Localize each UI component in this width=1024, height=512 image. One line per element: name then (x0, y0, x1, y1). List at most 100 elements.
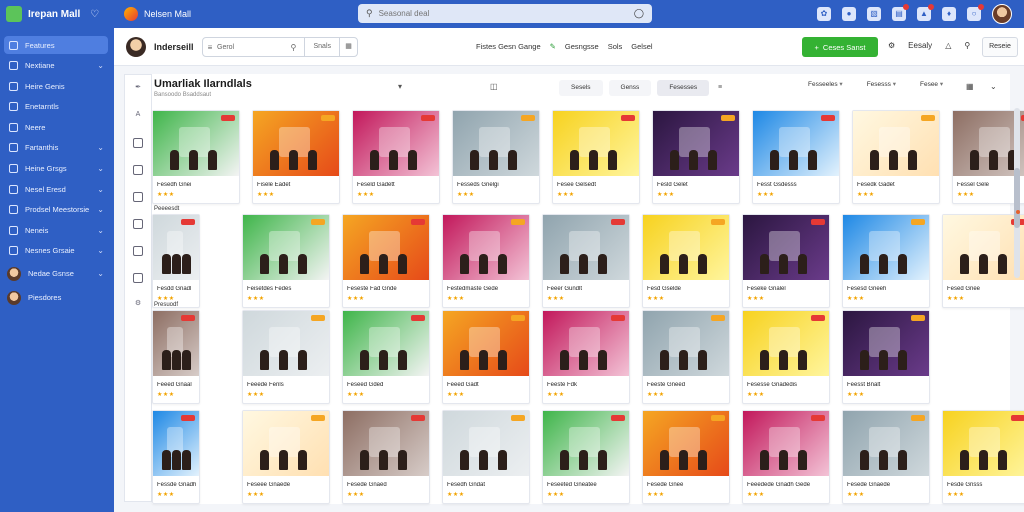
product-card[interactable]: Fessde Gnadh ★★★ (152, 410, 200, 504)
chevron-down-icon[interactable]: ⌄ (97, 226, 104, 235)
sort-dropdown[interactable]: Fesee (920, 80, 943, 88)
product-card[interactable]: Feeed Gnaal ★★★ (152, 310, 200, 404)
sidebar-item[interactable]: Nesnes Grsaie ⌄ (4, 242, 108, 260)
settings-icon[interactable]: ⚙ (888, 41, 895, 50)
product-card[interactable]: Feseee Gnaede ★★★ (242, 410, 330, 504)
sidebar-item[interactable]: Features (4, 36, 108, 54)
filter-pill[interactable]: Fesesses (657, 80, 710, 96)
product-card[interactable]: Feseke Gnalel ★★★ (742, 214, 830, 308)
product-card[interactable]: Fesede Gnee ★★★ (642, 410, 730, 504)
chevron-down-icon[interactable]: ⌄ (97, 61, 104, 70)
header-link[interactable]: Sols (608, 42, 623, 51)
product-card[interactable]: Fesede Gnaed ★★★ (342, 410, 430, 504)
pencil-icon[interactable]: ✒ (133, 84, 143, 94)
product-card[interactable]: Fesesd Gneeh ★★★ (842, 214, 930, 308)
heart-icon[interactable]: ♡ (90, 9, 99, 20)
cart-icon[interactable]: ♦ (942, 7, 956, 21)
header-button[interactable]: Reseie (982, 37, 1018, 57)
header-link[interactable]: Gesngsse (565, 42, 599, 51)
chevron-down-icon[interactable]: ⌄ (97, 246, 104, 255)
product-card[interactable]: Feesst Bnalt ★★★ (842, 310, 930, 404)
product-card[interactable]: Fesee Gelsedt ★★★ (552, 110, 640, 204)
scrollbar[interactable] (1014, 108, 1020, 278)
crop-icon[interactable] (133, 273, 143, 283)
create-button[interactable]: + Ceses Sanst (802, 37, 878, 57)
filter-icon[interactable]: ≡ (718, 84, 722, 91)
search-icon[interactable]: ⚲ (290, 43, 304, 52)
brand[interactable]: Irepan Mall ♡ (0, 6, 116, 22)
sidebar-item[interactable]: Nesel Eresd ⌄ (4, 180, 108, 198)
sort-dropdown[interactable]: Fesesss (867, 80, 896, 88)
product-card[interactable]: Feeer Gundlt ★★★ (542, 214, 630, 308)
sort-dropdown[interactable]: Fesseeles (808, 80, 843, 88)
top-search-input[interactable] (378, 9, 628, 18)
product-card[interactable]: Feseld Gadett ★★★ (352, 110, 440, 204)
product-card[interactable]: Fesede Gnaede ★★★ (842, 410, 930, 504)
header-link[interactable]: Gelsel (631, 42, 652, 51)
search-segment[interactable]: Snals (304, 38, 339, 56)
grid-icon[interactable]: ▦ (339, 38, 357, 56)
product-card[interactable]: Fesdd Gnadl ★★★ (152, 214, 200, 308)
sidebar-item[interactable]: Nextiane ⌄ (4, 57, 108, 75)
chevron-down-icon[interactable]: ▾ (398, 82, 402, 91)
product-card[interactable]: Fesseds Gnelgi ★★★ (452, 110, 540, 204)
top-search[interactable]: ⚲ ◯ (358, 4, 652, 23)
chevron-down-icon[interactable]: ⌄ (97, 164, 104, 173)
comment-icon[interactable] (133, 246, 143, 256)
product-card[interactable]: Fesld Gelet ★★★ (652, 110, 740, 204)
sidebar-item[interactable]: Heire Genis (4, 77, 108, 95)
filter-pill[interactable]: Genss (608, 80, 652, 96)
sidebar-item[interactable]: Prodsel Meestorsie ⌄ (4, 201, 108, 219)
product-card[interactable]: Feeedede Gnadh Gede ★★★ (742, 410, 830, 504)
product-card[interactable]: Fesed Gnee ★★★ (942, 214, 1024, 308)
product-card[interactable]: Feeste Gneed ★★★ (642, 310, 730, 404)
alert-icon[interactable]: ▲ (917, 4, 934, 21)
sidebar-item[interactable]: Heine Grsgs ⌄ (4, 160, 108, 178)
product-card[interactable]: Fesde Gnsss ★★★ (942, 410, 1024, 504)
sidebar-item[interactable]: Fartanthis ⌄ (4, 139, 108, 157)
chevron-down-icon[interactable]: ⌄ (97, 205, 104, 214)
sidebar-item[interactable]: Neere (4, 118, 108, 136)
scrollbar-thumb[interactable] (1014, 168, 1020, 228)
page-icon[interactable] (133, 165, 143, 175)
product-card[interactable]: Feseste Fad Gnde ★★★ (342, 214, 430, 308)
app-tab[interactable]: Nelsen Mall (124, 7, 191, 21)
product-card[interactable]: Feeste Fdk ★★★ (542, 310, 630, 404)
header-link[interactable]: Fistes Gesn Gange (476, 42, 541, 51)
product-card[interactable]: Fesedh Gnei ★★★ (152, 110, 240, 204)
product-card[interactable]: Fesesse Gnadedis ★★★ (742, 310, 830, 404)
product-card[interactable]: Fesst Gsdesss ★★★ (752, 110, 840, 204)
calendar-icon[interactable]: ▤ (892, 4, 909, 21)
search-icon[interactable]: ⚲ (964, 41, 970, 50)
bookmark-icon[interactable]: ▧ (867, 7, 881, 21)
link-icon[interactable]: ○ (967, 4, 984, 21)
product-card[interactable]: Feseeted Gneatee ★★★ (542, 410, 630, 504)
bell-icon[interactable]: ● (842, 7, 856, 21)
product-card[interactable]: Feseed Gded ★★★ (342, 310, 430, 404)
frame-icon[interactable] (133, 219, 143, 229)
product-card[interactable]: Fesd Gselde ★★★ (642, 214, 730, 308)
product-card[interactable]: Fesedh Gndat ★★★ (442, 410, 530, 504)
sidebar-item[interactable]: Neneis ⌄ (4, 221, 108, 239)
sidebar-user[interactable]: Nedae Gsnse ⌄ (4, 264, 108, 284)
sidebar-user[interactable]: Piesdores (4, 288, 108, 308)
product-card[interactable]: Festedmaste Gede ★★★ (442, 214, 530, 308)
product-card[interactable]: Fesedk Gadet ★★★ (852, 110, 940, 204)
layers-icon[interactable] (133, 192, 143, 202)
chevron-down-icon[interactable]: ⌄ (97, 269, 104, 278)
product-card[interactable]: Fisele Eadet ★★★ (252, 110, 340, 204)
alert-icon[interactable]: △ (945, 41, 951, 50)
lens-icon[interactable]: ◯ (634, 8, 644, 19)
avatar[interactable] (992, 4, 1012, 24)
sidebar-item[interactable]: Enetarntls (4, 98, 108, 116)
chevron-down-icon[interactable]: ⌄ (97, 185, 104, 194)
product-card[interactable]: Feeede Fenls ★★★ (242, 310, 330, 404)
header-search[interactable]: ≡ Gerol ⚲ Snals ▦ (202, 37, 358, 57)
chevron-down-icon[interactable]: ⌄ (990, 82, 997, 91)
grid-view-icon[interactable]: ▦ (966, 82, 974, 91)
settings-icon[interactable]: ⚙ (133, 300, 143, 310)
product-card[interactable]: Feeed Gadt ★★★ (442, 310, 530, 404)
product-card[interactable]: Feisetdes Fedes ★★★ (242, 214, 330, 308)
text-icon[interactable]: A (133, 111, 143, 121)
image-icon[interactable] (133, 138, 143, 148)
